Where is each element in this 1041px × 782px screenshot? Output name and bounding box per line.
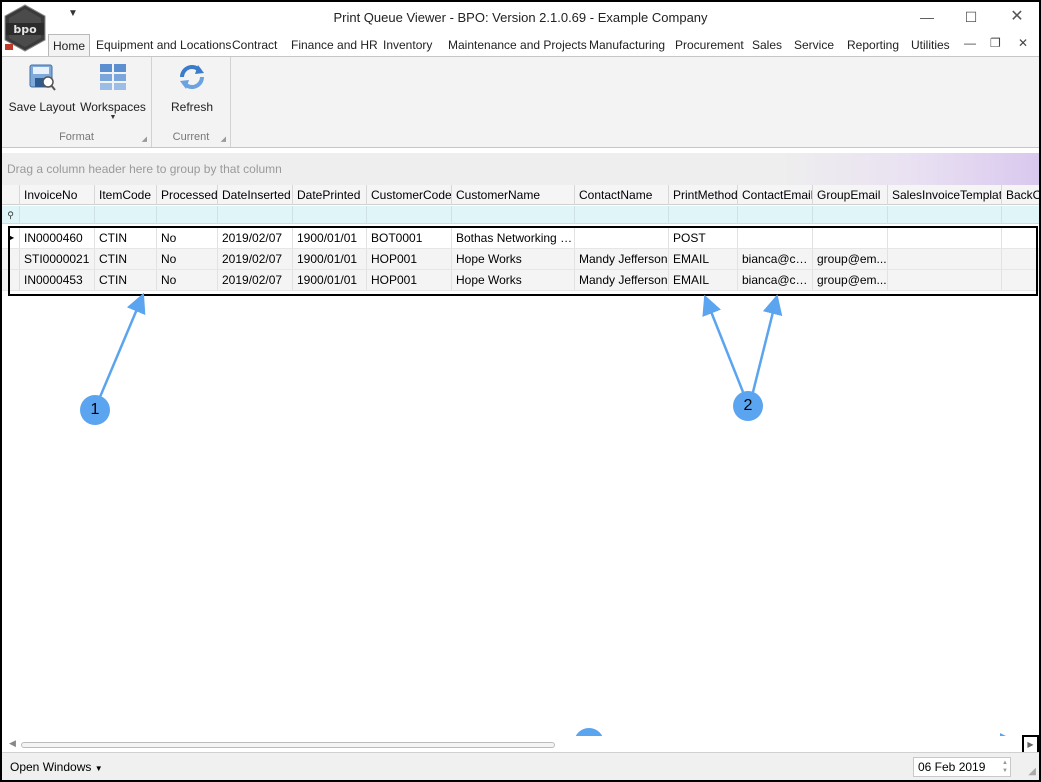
callout-2: 2 <box>733 391 763 421</box>
open-windows-menu[interactable]: Open Windows ▼ <box>10 760 103 774</box>
resize-grip-icon[interactable]: ◢ <box>1028 766 1036 777</box>
scrollbar-thumb[interactable] <box>21 742 555 748</box>
open-windows-label: Open Windows <box>10 760 92 774</box>
main-window: ▼ Print Queue Viewer - BPO: Version 2.1.… <box>0 0 1041 782</box>
annotation-arrows <box>98 292 1020 753</box>
svg-text:bpo: bpo <box>13 23 37 36</box>
scroll-left-icon[interactable]: ◀ <box>9 738 16 749</box>
callout-1: 1 <box>80 395 110 425</box>
bpo-logo-icon[interactable]: bpo <box>3 4 47 52</box>
open-windows-dropdown-icon: ▼ <box>94 764 103 773</box>
date-spinner-icon[interactable]: ▲ ▼ <box>1002 759 1008 775</box>
status-bar: Open Windows ▼ 06 Feb 2019 ▲ ▼ ◢ <box>2 752 1039 780</box>
date-value: 06 Feb 2019 <box>918 760 986 774</box>
date-field[interactable]: 06 Feb 2019 ▲ ▼ <box>913 757 1011 777</box>
